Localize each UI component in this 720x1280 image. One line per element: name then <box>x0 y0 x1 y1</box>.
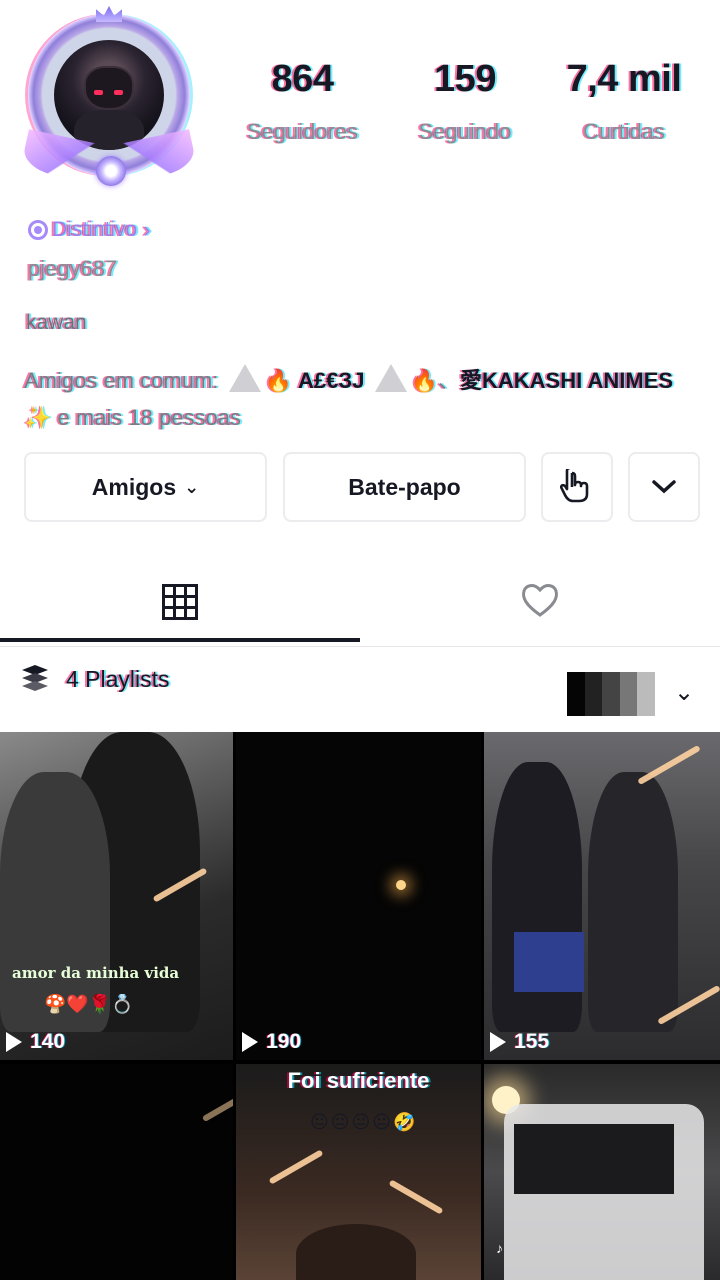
moon-light <box>396 880 406 890</box>
chevron-down-icon[interactable]: ⌄ <box>674 678 694 707</box>
likes-label: Curtidas <box>583 119 665 144</box>
likes-stat[interactable]: 7,4 mil Curtidas <box>548 58 700 145</box>
mutual-friend-2: 愛KAKASHI ANIMES <box>459 368 674 393</box>
tab-liked[interactable] <box>360 560 720 644</box>
view-count: 155 <box>514 1030 550 1053</box>
badge-link[interactable]: Distintivo › <box>28 217 151 243</box>
video-grid: amor da minha vida 🍄❤️🌹💍 140 190 155 Foi… <box>0 732 720 1280</box>
badge-label: Distintivo <box>52 218 138 241</box>
emoji-sticker: 🍄❤️🌹💍 <box>44 994 134 1014</box>
likes-count: 7,4 mil <box>566 58 682 100</box>
chevron-right-icon: › <box>143 217 151 242</box>
triangle-avatar-icon <box>374 364 407 392</box>
profile-tabs <box>0 560 720 648</box>
avatar <box>54 40 164 150</box>
layers-icon <box>20 665 50 693</box>
video-thumbnail[interactable]: 190 <box>236 732 481 1060</box>
emoji-sticker: 😐😐😐😐🤣 <box>310 1112 418 1132</box>
active-tab-indicator <box>0 638 360 642</box>
play-icon <box>490 1032 506 1052</box>
chat-button[interactable]: Bate-papo <box>283 452 526 522</box>
mutual-prefix: Amigos em comum: <box>24 368 219 393</box>
tab-videos[interactable] <box>0 560 360 644</box>
playlists-link[interactable]: 4 Playlists <box>20 665 170 693</box>
sparkle-icon: ✨ <box>24 405 52 430</box>
video-caption: Foi suficiente <box>287 1068 430 1093</box>
profile-avatar[interactable] <box>14 6 204 196</box>
video-thumbnail[interactable]: Foi suficiente 😐😐😐😐🤣 <box>236 1064 481 1280</box>
followers-label: Seguidores <box>246 119 359 144</box>
badge-icon <box>28 220 48 240</box>
following-count: 159 <box>434 58 496 100</box>
tabs-divider <box>0 646 720 647</box>
share-hand-icon <box>560 469 589 503</box>
chevron-down-icon <box>652 480 676 494</box>
video-views: 190 <box>242 1030 301 1054</box>
mutual-friends[interactable]: Amigos em comum: 🔥 A£€ЗЈ 🔥、愛KAKASHI ANIM… <box>24 362 704 436</box>
share-profile-button[interactable] <box>541 452 613 522</box>
following-label: Seguindo <box>418 119 512 144</box>
fire-icon: 🔥 <box>410 368 438 393</box>
grid-icon <box>162 584 198 620</box>
video-views: 140 <box>6 1030 65 1054</box>
username: pjegy687 <box>28 256 118 281</box>
bio: kawan <box>26 311 87 334</box>
friends-button[interactable]: Amigos ⌄ <box>24 452 267 522</box>
followers-count: 864 <box>271 58 334 100</box>
tiktok-watermark-icon: ♪ <box>496 1240 503 1256</box>
more-options-button[interactable] <box>628 452 700 522</box>
followers-stat[interactable]: 864 Seguidores <box>230 58 375 145</box>
chat-button-label: Bate-papo <box>348 473 461 500</box>
playlist-thumbnails[interactable] <box>567 672 655 716</box>
playlists-label: 4 Playlists <box>66 665 170 692</box>
crown-icon <box>96 6 122 22</box>
profile-stats: 864 Seguidores 159 Seguindo 7,4 mil Curt… <box>230 58 710 158</box>
triangle-avatar-icon <box>228 364 261 392</box>
friends-button-label: Amigos <box>91 473 177 500</box>
video-thumbnail[interactable]: amor da minha vida 🍄❤️🌹💍 140 <box>0 732 233 1060</box>
play-icon <box>242 1032 258 1052</box>
heart-icon <box>518 578 562 627</box>
gem-icon <box>96 156 126 186</box>
chevron-down-icon: ⌄ <box>184 476 200 497</box>
video-views: 155 <box>490 1030 549 1054</box>
mutual-suffix: e mais 18 pessoas <box>57 405 241 430</box>
view-count: 190 <box>266 1030 302 1053</box>
video-thumbnail[interactable]: ♪ <box>484 1064 720 1280</box>
play-icon <box>6 1032 22 1052</box>
video-caption: amor da minha vida <box>12 964 180 982</box>
video-thumbnail[interactable] <box>0 1064 233 1280</box>
video-thumbnail[interactable]: 155 <box>484 732 720 1060</box>
fire-icon: 🔥 <box>264 368 292 393</box>
following-stat[interactable]: 159 Seguindo <box>400 58 530 145</box>
mutual-friend-1: A£€ЗЈ <box>298 368 365 393</box>
view-count: 140 <box>30 1030 66 1053</box>
